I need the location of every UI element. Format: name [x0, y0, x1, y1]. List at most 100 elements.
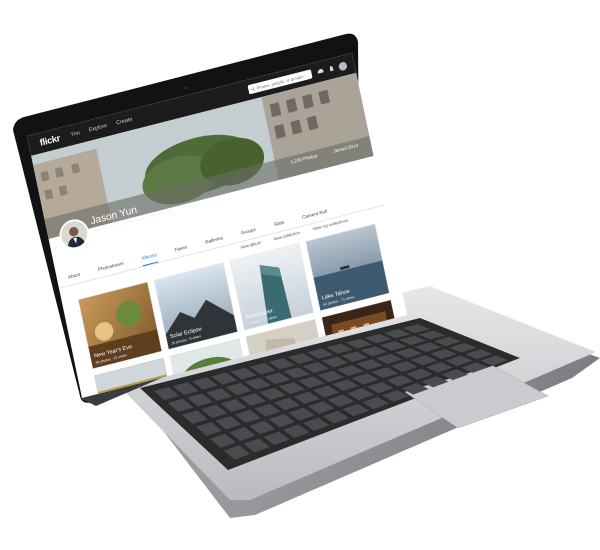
keyboard-key — [345, 338, 372, 349]
keyboard-key — [364, 333, 392, 344]
keyboard-key — [263, 431, 290, 446]
album-tile[interactable]: New Year's Eve 48 photos · 21 views — [78, 282, 162, 369]
keyboard-key — [399, 335, 426, 346]
keyboard-key — [230, 367, 257, 380]
person-icon — [58, 218, 90, 251]
nav-link-create[interactable]: Create — [116, 117, 133, 127]
keyboard-key — [337, 365, 364, 377]
keyboard-key — [379, 340, 407, 351]
nav-link-explore[interactable]: Explore — [88, 123, 108, 133]
keyboard-key — [206, 388, 233, 401]
keyboard-key — [287, 353, 315, 364]
keyboard-key — [273, 397, 301, 411]
keyboard-key — [322, 356, 349, 368]
keyboard-key — [312, 385, 340, 398]
album-tile[interactable]: Solar Eclipse 16 photos · 8 views — [154, 262, 238, 350]
keyboard-key — [264, 372, 291, 385]
keyboard-key — [234, 409, 261, 424]
keyboard-key — [441, 369, 469, 381]
upload-cloud-icon[interactable] — [316, 67, 325, 76]
keyboard-key — [249, 362, 276, 375]
new-album-button[interactable]: New album — [240, 240, 261, 250]
keyboard-key — [302, 417, 330, 431]
keyboard-key — [418, 330, 446, 340]
keyboard-key — [283, 367, 310, 379]
keyboard-key — [341, 351, 368, 362]
keyboard-key — [391, 361, 418, 372]
keyboard-key — [332, 379, 359, 392]
keyboard-key — [259, 387, 286, 400]
keyboard-key — [322, 410, 350, 424]
keyboard-key — [268, 358, 295, 370]
keyboard-key — [288, 407, 315, 421]
keyboard-key — [308, 401, 335, 414]
keyboard-key — [425, 362, 453, 373]
search-icon — [251, 87, 255, 91]
keyboard-key — [195, 422, 222, 436]
keyboard-key — [460, 362, 489, 373]
nav-link-you[interactable]: You — [70, 130, 80, 138]
keyboard-key — [480, 355, 508, 366]
keyboard-key — [406, 368, 434, 380]
keyboard-key — [240, 393, 267, 406]
keyboard-key — [371, 367, 399, 379]
keyboard-key — [401, 383, 429, 395]
keyboard-key — [395, 348, 422, 359]
keyboard-key — [187, 393, 213, 407]
keyboard-key — [215, 415, 242, 430]
flickr-logo[interactable]: flickr — [39, 133, 61, 148]
keyboard-key — [465, 349, 493, 360]
laptop-scene: flickr You Explore Create Photos, people… — [0, 0, 600, 550]
album-tile[interactable]: Skyscraper 8 photos · 13 views — [230, 243, 314, 330]
keyboard-key — [366, 381, 394, 394]
new-collection-button[interactable]: New collection — [273, 230, 300, 241]
keyboard-key — [430, 349, 457, 360]
keyboard-key — [347, 388, 374, 401]
keyboard-key — [209, 433, 236, 448]
keyboard-key — [327, 394, 355, 407]
keyboard-key — [211, 372, 238, 385]
keyboard-key — [360, 346, 388, 357]
keyboard-key — [342, 403, 369, 417]
keyboard-key — [293, 391, 320, 404]
keyboard-key — [298, 376, 325, 388]
user-avatar-small[interactable] — [337, 60, 348, 71]
keyboard-key — [283, 424, 310, 439]
keyboard-key — [414, 342, 442, 353]
keyboard-key — [375, 353, 403, 365]
keyboard-key — [402, 324, 430, 334]
keyboard-key — [192, 377, 218, 390]
keyboard-key — [181, 410, 208, 424]
keyboard-key — [249, 420, 276, 435]
keyboard-key — [381, 389, 409, 402]
keyboard-key — [421, 376, 449, 388]
keyboard-key — [167, 398, 194, 412]
keyboard-key — [383, 329, 411, 339]
notifications-bell-icon[interactable] — [327, 64, 336, 73]
keyboard-key — [386, 375, 414, 387]
keyboard-key — [244, 377, 271, 390]
keyboard-key — [307, 348, 334, 359]
keyboard-key — [449, 342, 477, 353]
keyboard-key — [223, 445, 250, 460]
keyboard-key — [433, 336, 461, 347]
keyboard-key — [351, 373, 379, 385]
keyboard-key — [153, 387, 180, 400]
keyboard-key — [229, 427, 256, 441]
keyboard-key — [326, 343, 353, 354]
keyboard-key — [317, 370, 345, 382]
keyboard-key — [220, 399, 247, 412]
album-tile[interactable]: Lake Tahoe 53 photos · 71 views — [306, 224, 390, 311]
keyboard-key — [278, 382, 306, 394]
keyboard-key — [362, 396, 389, 410]
keyboard-key — [254, 403, 281, 417]
keyboard-key — [225, 383, 252, 396]
keyboard-key — [243, 438, 270, 453]
keyboard-key — [302, 362, 330, 373]
keyboard-key — [410, 355, 438, 366]
keyboard-key — [356, 359, 383, 371]
keyboard-key — [201, 404, 228, 418]
keyboard-key — [445, 355, 473, 366]
keyboard-key — [268, 414, 296, 428]
keyboard-key — [172, 382, 199, 395]
